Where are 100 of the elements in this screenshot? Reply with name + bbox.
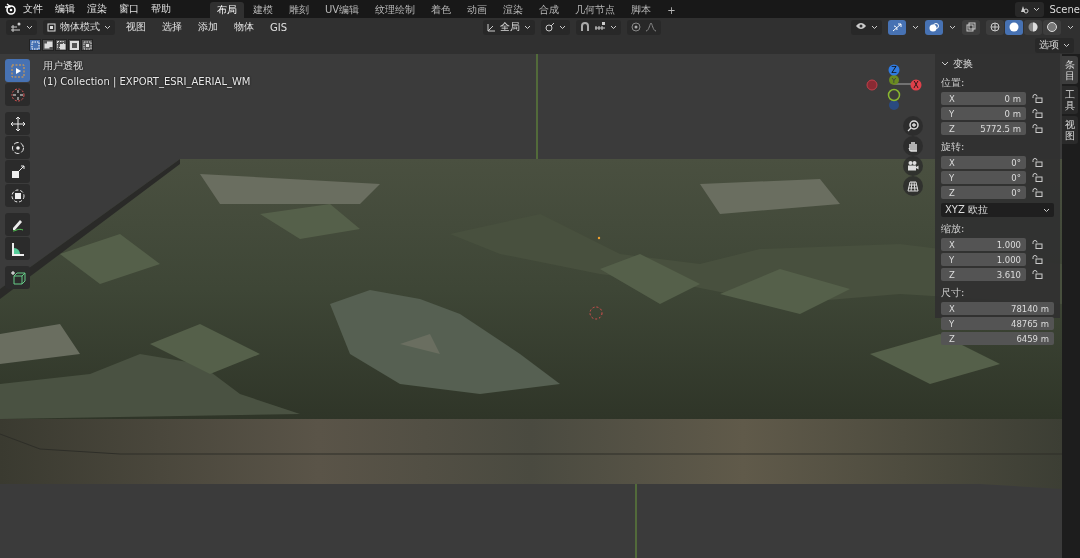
lock-icon[interactable] xyxy=(1032,270,1043,279)
zoom-icon xyxy=(907,120,919,132)
section-label: 尺寸: xyxy=(941,286,966,300)
eye-icon xyxy=(855,22,867,32)
menu-item[interactable]: 添加 xyxy=(193,20,223,34)
xray-icon xyxy=(966,22,976,32)
object-mode-icon xyxy=(47,22,56,32)
selection-mode-button[interactable] xyxy=(55,39,67,51)
editor-type-selector[interactable] xyxy=(6,19,37,35)
snap-selector[interactable] xyxy=(575,19,621,35)
scene-selector[interactable] xyxy=(1014,1,1044,17)
visibility-selector[interactable] xyxy=(851,19,882,35)
camera-icon xyxy=(907,160,919,172)
scene-name[interactable]: Scene xyxy=(1045,3,1080,15)
workspace-tab[interactable]: 脚本 xyxy=(624,2,659,18)
workspace-tab[interactable]: 动画 xyxy=(460,2,495,18)
lock-icon[interactable] xyxy=(1032,158,1043,167)
menu-item[interactable]: 渲染 xyxy=(82,2,112,16)
value-field[interactable]: X 78140 m xyxy=(941,302,1054,315)
pan-button[interactable] xyxy=(903,136,923,156)
menu-item[interactable]: 编辑 xyxy=(50,2,80,16)
tool-button[interactable] xyxy=(5,266,30,289)
value-field[interactable]: Y 0 m xyxy=(941,107,1026,120)
workspace-tab[interactable]: 合成 xyxy=(532,2,567,18)
workspace-tab[interactable]: 布局 xyxy=(210,2,244,18)
menu-item[interactable]: 视图 xyxy=(121,20,151,34)
selection-mode-button[interactable] xyxy=(29,39,41,51)
value-field[interactable]: X 1.000 xyxy=(941,238,1026,251)
caret-icon xyxy=(1067,24,1074,30)
lock-icon[interactable] xyxy=(1032,255,1043,264)
value-field[interactable]: Y 48765 m xyxy=(941,317,1054,330)
solid-sphere-icon xyxy=(1009,22,1019,32)
lock-icon[interactable] xyxy=(1032,240,1043,249)
selection-mode-button[interactable] xyxy=(68,39,80,51)
value-field[interactable]: Z 5772.5 m xyxy=(941,122,1026,135)
lock-icon[interactable] xyxy=(1032,124,1043,133)
shading-mode-button[interactable] xyxy=(986,19,1004,35)
selection-mode-button[interactable] xyxy=(42,39,54,51)
zoom-button[interactable] xyxy=(903,116,923,136)
workspace-tab[interactable]: 纹理绘制 xyxy=(368,2,423,18)
tool-button[interactable] xyxy=(5,160,30,183)
tool-button[interactable] xyxy=(5,112,30,135)
menu-item[interactable]: 选择 xyxy=(157,20,187,34)
caret-icon xyxy=(523,24,531,30)
lock-icon[interactable] xyxy=(1032,173,1043,182)
workspace-tab[interactable]: 几何节点 xyxy=(568,2,623,18)
grid-icon xyxy=(907,180,919,192)
shading-mode-button[interactable] xyxy=(1005,19,1023,35)
sidebar-tab[interactable]: 条目 xyxy=(1062,56,1078,84)
panel-header[interactable]: 变换 xyxy=(941,57,1054,71)
tool-button[interactable] xyxy=(5,184,30,207)
menu-item[interactable]: 文件 xyxy=(18,2,48,16)
xray-toggle[interactable] xyxy=(962,19,980,35)
overlays-toggle[interactable] xyxy=(925,19,943,35)
caret-icon xyxy=(949,24,956,30)
workspace-tab[interactable]: 雕刻 xyxy=(282,2,316,18)
camera-button[interactable] xyxy=(903,156,923,176)
value-field[interactable]: Z 6459 m xyxy=(941,332,1054,345)
menu-item[interactable]: 物体 xyxy=(229,20,259,34)
lock-icon[interactable] xyxy=(1032,188,1043,197)
workspace-tab[interactable]: 渲染 xyxy=(496,2,531,18)
value-field[interactable]: X 0° xyxy=(941,156,1026,169)
caret-icon xyxy=(558,24,566,30)
menu-item[interactable]: GIS xyxy=(265,21,293,33)
sidebar-tab[interactable]: 工具 xyxy=(1062,86,1078,114)
tool-button[interactable] xyxy=(5,237,30,260)
workspace-tab[interactable]: 着色 xyxy=(424,2,459,18)
add-workspace-button[interactable]: + xyxy=(660,2,683,18)
value-field[interactable]: Y 1.000 xyxy=(941,253,1026,266)
value-field[interactable]: Y 0° xyxy=(941,171,1026,184)
transform-icon xyxy=(9,187,26,204)
lock-icon[interactable] xyxy=(1032,94,1043,103)
falloff-curve-icon xyxy=(644,22,657,32)
sidebar-tab[interactable]: 视图 xyxy=(1062,116,1078,144)
selection-mode-button[interactable] xyxy=(81,39,93,51)
ruler-icon xyxy=(9,240,26,257)
orientation-selector[interactable]: 全局 xyxy=(482,19,535,35)
menu-item[interactable]: 窗口 xyxy=(114,2,144,16)
menu-item[interactable]: 帮助 xyxy=(146,2,176,16)
options-dropdown[interactable]: 选项 xyxy=(1035,37,1074,53)
rotation-mode-dropdown[interactable]: XYZ 欧拉 xyxy=(941,203,1054,217)
caret-icon xyxy=(1043,207,1050,213)
shading-mode-button[interactable] xyxy=(1043,19,1061,35)
shading-mode-button[interactable] xyxy=(1024,19,1042,35)
value-field[interactable]: X 0 m xyxy=(941,92,1026,105)
workspace-tab[interactable]: UV编辑 xyxy=(318,2,367,18)
value-field[interactable]: Z 0° xyxy=(941,186,1026,199)
scale-icon xyxy=(9,163,26,180)
proportional-edit-selector[interactable] xyxy=(626,19,661,35)
workspace-tab[interactable]: 建模 xyxy=(246,2,280,18)
snap-increment-icon xyxy=(593,22,606,32)
app-logo-icon[interactable] xyxy=(4,3,16,15)
gizmo-toggle[interactable] xyxy=(888,19,906,35)
pivot-selector[interactable] xyxy=(540,19,570,35)
lock-icon[interactable] xyxy=(1032,109,1043,118)
move-arrows-icon xyxy=(9,115,26,132)
mode-selector[interactable]: 物体模式 xyxy=(43,19,115,35)
tool-button[interactable] xyxy=(5,213,30,236)
tool-button[interactable] xyxy=(5,136,30,159)
value-field[interactable]: Z 3.610 xyxy=(941,268,1026,281)
